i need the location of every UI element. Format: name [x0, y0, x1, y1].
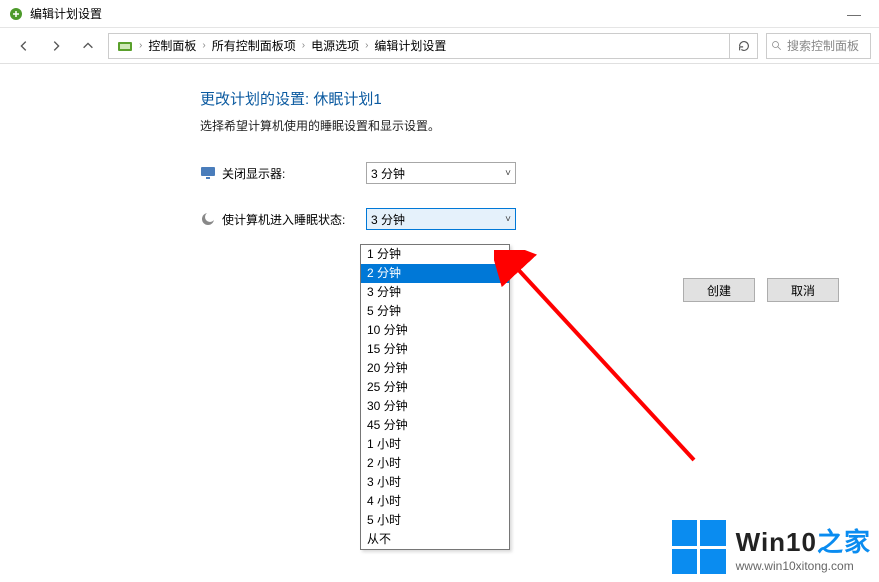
create-button[interactable]: 创建	[683, 278, 755, 302]
cancel-button[interactable]: 取消	[767, 278, 839, 302]
windows-logo-icon	[672, 520, 726, 574]
sleep-value: 3 分钟	[371, 211, 405, 228]
dropdown-option[interactable]: 5 分钟	[361, 302, 509, 321]
dropdown-option[interactable]: 3 小时	[361, 473, 509, 492]
action-buttons: 创建 取消	[683, 278, 839, 302]
setting-row-display: 关闭显示器: 3 分钟 ˅	[200, 162, 879, 184]
display-off-value: 3 分钟	[371, 165, 405, 182]
moon-icon	[200, 211, 216, 227]
dropdown-option[interactable]: 2 小时	[361, 454, 509, 473]
dropdown-option[interactable]: 2 分钟	[361, 264, 509, 283]
display-off-combo[interactable]: 3 分钟 ˅	[366, 162, 516, 184]
dropdown-option[interactable]: 10 分钟	[361, 321, 509, 340]
display-off-label: 关闭显示器:	[222, 165, 366, 182]
breadcrumb-item[interactable]: 编辑计划设置	[370, 37, 450, 54]
breadcrumb[interactable]: › 控制面板 › 所有控制面板项 › 电源选项 › 编辑计划设置	[108, 33, 730, 59]
control-panel-icon	[117, 38, 133, 54]
dropdown-option[interactable]: 30 分钟	[361, 397, 509, 416]
dropdown-option[interactable]: 45 分钟	[361, 416, 509, 435]
page-description: 选择希望计算机使用的睡眠设置和显示设置。	[200, 117, 879, 134]
dropdown-option[interactable]: 5 小时	[361, 511, 509, 530]
up-button[interactable]	[72, 32, 104, 60]
refresh-button[interactable]	[730, 33, 758, 59]
chevron-down-icon: ˅	[505, 168, 511, 179]
breadcrumb-item[interactable]: 控制面板	[144, 37, 200, 54]
chevron-right-icon: ›	[137, 40, 144, 51]
chevron-right-icon: ›	[200, 40, 207, 51]
dropdown-option[interactable]: 1 小时	[361, 435, 509, 454]
setting-row-sleep: 使计算机进入睡眠状态: 3 分钟 ˅	[200, 208, 879, 230]
search-placeholder: 搜索控制面板	[787, 37, 859, 54]
forward-button[interactable]	[40, 32, 72, 60]
sleep-dropdown[interactable]: 1 分钟2 分钟3 分钟5 分钟10 分钟15 分钟20 分钟25 分钟30 分…	[360, 244, 510, 550]
sleep-combo[interactable]: 3 分钟 ˅	[366, 208, 516, 230]
chevron-right-icon: ›	[363, 40, 370, 51]
search-icon	[771, 40, 783, 52]
dropdown-option[interactable]: 15 分钟	[361, 340, 509, 359]
breadcrumb-item[interactable]: 电源选项	[307, 37, 363, 54]
watermark-brand: Win10之家	[736, 522, 871, 559]
search-input[interactable]: 搜索控制面板	[766, 33, 871, 59]
arrow-left-icon	[17, 39, 31, 53]
dropdown-option[interactable]: 25 分钟	[361, 378, 509, 397]
breadcrumb-item[interactable]: 所有控制面板项	[208, 37, 300, 54]
address-bar: › 控制面板 › 所有控制面板项 › 电源选项 › 编辑计划设置 搜索控制面板	[0, 28, 879, 64]
dropdown-option[interactable]: 4 小时	[361, 492, 509, 511]
minimize-button[interactable]: —	[837, 6, 871, 22]
titlebar: 编辑计划设置 —	[0, 0, 879, 28]
window-title: 编辑计划设置	[30, 5, 102, 22]
arrow-up-icon	[81, 39, 95, 53]
arrow-right-icon	[49, 39, 63, 53]
refresh-icon	[737, 39, 751, 53]
sleep-label: 使计算机进入睡眠状态:	[222, 211, 366, 228]
dropdown-option[interactable]: 20 分钟	[361, 359, 509, 378]
watermark: Win10之家 www.win10xitong.com	[672, 520, 871, 574]
page-title: 更改计划的设置: 休眠计划1	[200, 88, 879, 109]
watermark-url: www.win10xitong.com	[736, 559, 871, 573]
dropdown-option[interactable]: 3 分钟	[361, 283, 509, 302]
monitor-icon	[200, 165, 216, 181]
back-button[interactable]	[8, 32, 40, 60]
chevron-right-icon: ›	[300, 40, 307, 51]
dropdown-option[interactable]: 1 分钟	[361, 245, 509, 264]
chevron-down-icon: ˅	[505, 214, 511, 225]
content-area: 更改计划的设置: 休眠计划1 选择希望计算机使用的睡眠设置和显示设置。 关闭显示…	[0, 64, 879, 230]
annotation-arrow	[494, 250, 714, 470]
dropdown-option[interactable]: 从不	[361, 530, 509, 549]
app-icon	[8, 6, 24, 22]
